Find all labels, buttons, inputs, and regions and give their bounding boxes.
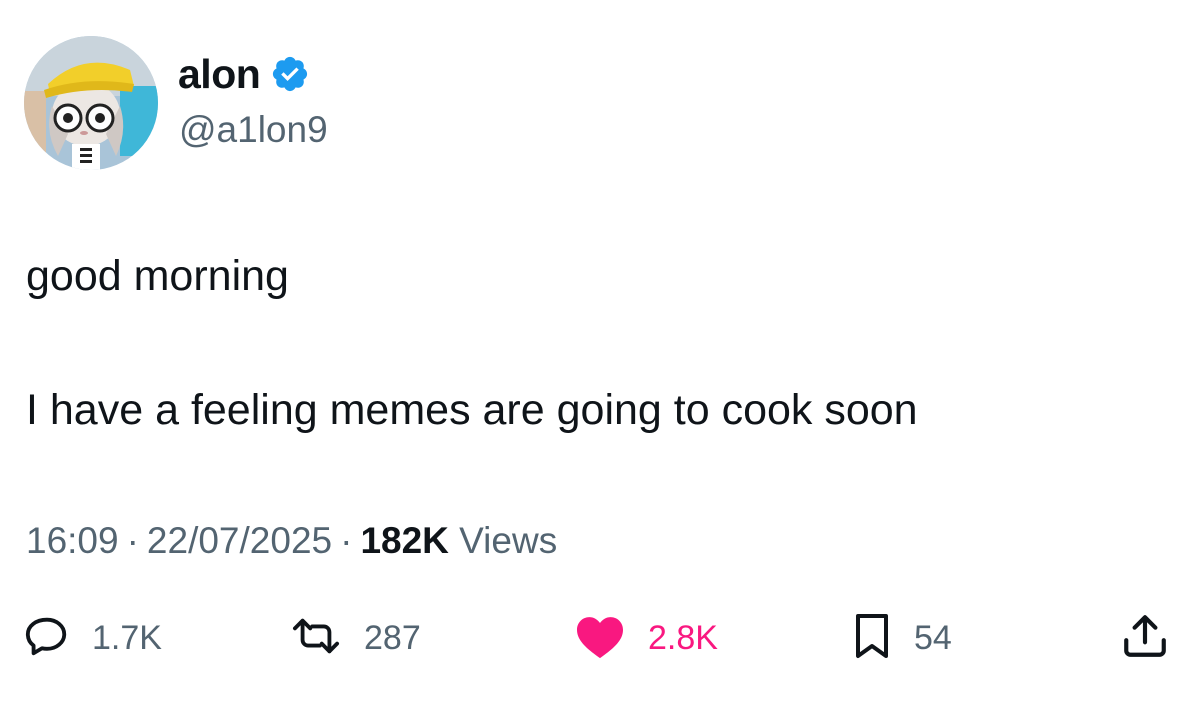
reply-button[interactable]: 1.7K (24, 612, 162, 664)
reply-icon (24, 613, 70, 664)
tweet-text-line: I have a feeling memes are going to cook… (26, 386, 918, 434)
like-button[interactable]: 2.8K (574, 612, 718, 664)
avatar-image (24, 36, 158, 170)
tweet-date[interactable]: 22/07/2025 (147, 520, 332, 561)
tweet-time[interactable]: 16:09 (26, 520, 119, 561)
bookmark-button[interactable]: 54 (852, 612, 952, 664)
avatar[interactable] (24, 36, 158, 170)
bookmark-count: 54 (914, 618, 952, 657)
meta-separator: · (126, 520, 139, 561)
retweet-icon (290, 613, 342, 664)
like-count: 2.8K (648, 618, 718, 657)
retweet-count: 287 (364, 618, 421, 657)
display-name[interactable]: alon (178, 52, 310, 96)
share-icon (1120, 611, 1170, 666)
views-count: 182K (360, 520, 449, 561)
tweet-meta: 16:09 · 22/07/2025 · 182K Views (26, 518, 557, 564)
heart-icon (574, 613, 626, 664)
share-button[interactable] (1120, 612, 1170, 664)
user-handle[interactable]: @a1lon9 (179, 108, 328, 152)
verified-badge-icon (270, 54, 310, 94)
reply-count: 1.7K (92, 618, 162, 657)
tweet-actions: 1.7K 287 2.8K 54 (0, 612, 1200, 664)
meta-separator: · (340, 520, 353, 561)
bookmark-icon (852, 612, 892, 665)
retweet-button[interactable]: 287 (290, 612, 421, 664)
display-name-text: alon (178, 51, 261, 97)
views-label: Views (459, 520, 558, 561)
tweet-text-line: good morning (26, 252, 289, 300)
